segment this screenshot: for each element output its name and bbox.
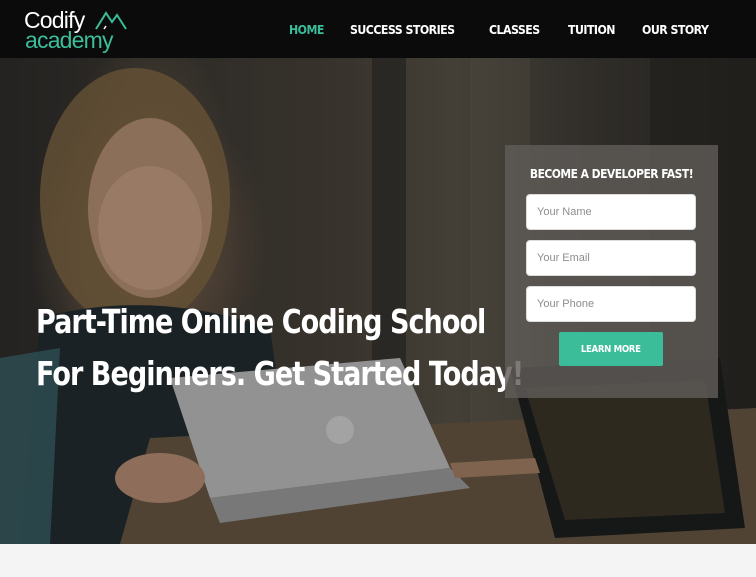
nav-classes[interactable]: CLASSES xyxy=(489,21,540,39)
headline-line-1: Part-Time Online Coding School xyxy=(36,302,486,341)
logo-text-academy: academy xyxy=(25,27,114,53)
email-input[interactable] xyxy=(526,240,696,276)
form-title: BECOME A DEVELOPER FAST! xyxy=(529,166,694,181)
signup-form: BECOME A DEVELOPER FAST! LEARN MORE xyxy=(505,145,718,398)
nav-success-stories[interactable]: SUCCESS STORIES xyxy=(350,21,455,39)
main-nav: HOME SUCCESS STORIES CLASSES TUITION OUR… xyxy=(289,21,718,39)
codify-academy-logo[interactable]: Codify academy xyxy=(24,7,134,53)
phone-input[interactable] xyxy=(526,286,696,322)
hero-headline: Part-Time Online Coding School For Begin… xyxy=(36,296,524,400)
name-input[interactable] xyxy=(526,194,696,230)
headline-line-2: For Beginners. Get Started Today! xyxy=(36,354,524,393)
learn-more-label: LEARN MORE xyxy=(581,343,641,355)
page-bottom-strip xyxy=(0,544,756,577)
nav-home[interactable]: HOME xyxy=(289,21,324,39)
learn-more-button[interactable]: LEARN MORE xyxy=(559,332,663,366)
top-navigation-bar: Codify academy HOME SUCCESS STORIES CLAS… xyxy=(0,0,756,58)
nav-our-story[interactable]: OUR STORY xyxy=(642,21,709,39)
nav-tuition[interactable]: TUITION xyxy=(568,21,616,39)
hero-banner: Part-Time Online Coding School For Begin… xyxy=(0,58,756,544)
